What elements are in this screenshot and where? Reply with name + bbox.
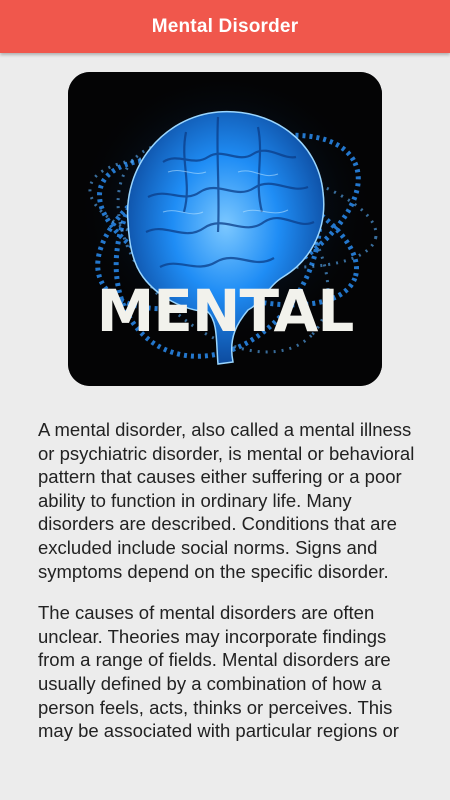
brain-image: MENTAL xyxy=(68,72,382,386)
article-body: A mental disorder, also called a mental … xyxy=(38,418,418,761)
hero-caption: MENTAL xyxy=(97,277,354,345)
page-title: Mental Disorder xyxy=(151,15,299,37)
app-bar: Mental Disorder xyxy=(0,0,450,53)
paragraph: A mental disorder, also called a mental … xyxy=(38,419,415,582)
paragraph: The causes of mental disorders are often… xyxy=(38,602,399,742)
hero-image: MENTAL xyxy=(68,72,382,386)
app-screen: Mental Disorder MENTAL A mental disorder… xyxy=(0,0,450,800)
